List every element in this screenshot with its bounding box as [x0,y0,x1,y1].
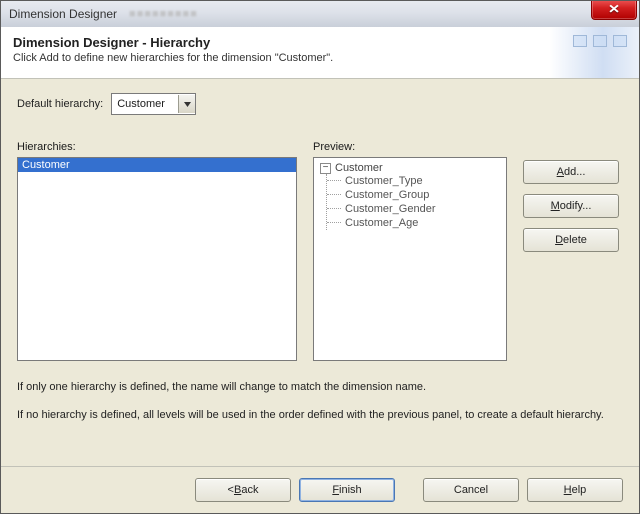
tree-child-label: Customer_Age [345,217,418,229]
content-area: Default hierarchy: Customer Hierarchies:… [1,79,639,424]
side-buttons: Add... Modify... Delete [523,141,609,361]
page-subtitle: Click Add to define new hierarchies for … [13,52,627,64]
list-item[interactable]: Customer [18,158,296,172]
tree-child[interactable]: Customer_Age [327,216,504,230]
window-title: Dimension Designer [9,7,117,21]
default-hierarchy-select[interactable]: Customer [111,93,196,115]
hint-line-1: If only one hierarchy is defined, the na… [17,379,623,397]
collapse-icon[interactable]: − [320,163,331,174]
tree-root[interactable]: − Customer [320,162,504,174]
back-button[interactable]: < Back [195,478,291,502]
chevron-down-icon [184,102,191,107]
cancel-button[interactable]: Cancel [423,478,519,502]
dialog-header: Dimension Designer - Hierarchy Click Add… [1,27,639,79]
titlebar: Dimension Designer ■■■■■■■■■ ✕ [1,1,639,27]
page-title: Dimension Designer - Hierarchy [13,35,627,50]
tree: − Customer Customer_Type Customer_Group … [314,158,506,234]
tree-child[interactable]: Customer_Group [327,188,504,202]
header-decoration [573,35,627,47]
close-icon: ✕ [608,3,620,15]
tree-child-label: Customer_Type [345,175,423,187]
hierarchies-label: Hierarchies: [17,141,297,153]
select-dropdown-button[interactable] [178,95,195,113]
help-button[interactable]: Help [527,478,623,502]
finish-button[interactable]: Finish [299,478,395,502]
hierarchies-column: Hierarchies: Customer [17,141,297,361]
modify-button[interactable]: Modify... [523,194,619,218]
tree-child[interactable]: Customer_Type [327,174,504,188]
tree-child-label: Customer_Group [345,189,429,201]
default-hierarchy-label: Default hierarchy: [17,98,103,110]
dialog-window: Dimension Designer ■■■■■■■■■ ✕ Dimension… [0,0,640,514]
tree-root-label: Customer [335,162,383,174]
preview-column: Preview: − Customer Customer_Type Custom… [313,141,507,361]
preview-tree[interactable]: − Customer Customer_Type Customer_Group … [313,157,507,361]
hierarchies-listbox[interactable]: Customer [17,157,297,361]
bottom-bar: < Back Finish Cancel Help [1,466,639,513]
mid-section: Hierarchies: Customer Preview: − Custome… [17,141,623,361]
preview-label: Preview: [313,141,507,153]
tree-child[interactable]: Customer_Gender [327,202,504,216]
titlebar-blurred-text: ■■■■■■■■■ [129,8,198,20]
hint-line-2: If no hierarchy is defined, all levels w… [17,407,623,425]
close-button[interactable]: ✕ [591,0,637,20]
tree-children: Customer_Type Customer_Group Customer_Ge… [326,174,504,230]
tree-child-label: Customer_Gender [345,203,436,215]
default-hierarchy-row: Default hierarchy: Customer [17,93,623,115]
default-hierarchy-value: Customer [117,98,178,110]
hints: If only one hierarchy is defined, the na… [17,379,623,424]
add-button[interactable]: Add... [523,160,619,184]
delete-button[interactable]: Delete [523,228,619,252]
